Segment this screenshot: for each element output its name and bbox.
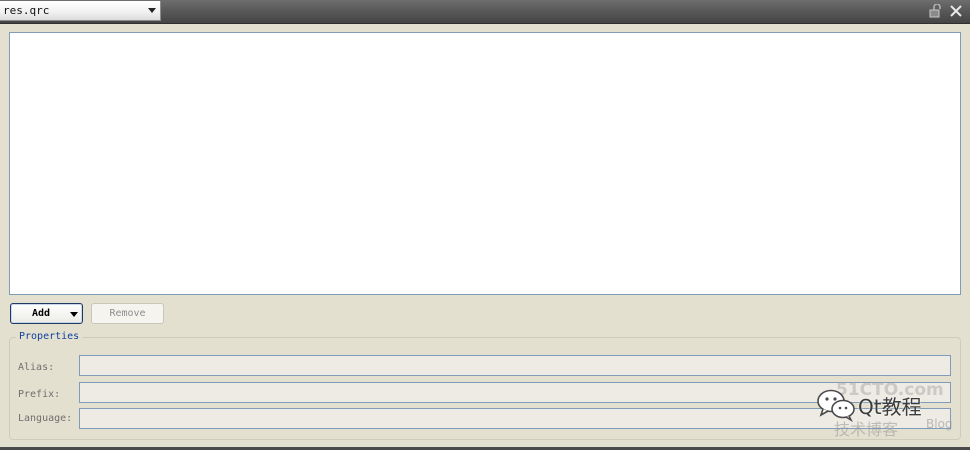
watermark-title: Qt教程 [858,395,922,419]
lock-icon[interactable] [927,4,943,18]
alias-label: Alias: [18,362,55,373]
add-button-label: Add [32,308,51,319]
watermark-blog-en-text: Blog [926,417,953,431]
remove-button[interactable]: Remove [91,303,164,324]
file-selector-combo[interactable]: res.qrc [0,1,161,21]
chevron-down-icon [148,8,156,13]
resource-tree-view[interactable] [9,32,961,295]
add-button[interactable]: Add [10,303,83,324]
language-label: Language: [18,413,73,424]
chevron-down-icon [70,312,78,317]
properties-group-title: Properties [16,331,83,342]
prefix-label: Prefix: [18,389,61,400]
editor-title-bar: res.qrc [0,0,970,24]
wechat-icon [816,388,856,423]
alias-input[interactable] [79,355,951,376]
remove-button-label: Remove [109,308,146,319]
close-icon[interactable] [948,4,964,18]
file-selector-value: res.qrc [3,4,50,17]
